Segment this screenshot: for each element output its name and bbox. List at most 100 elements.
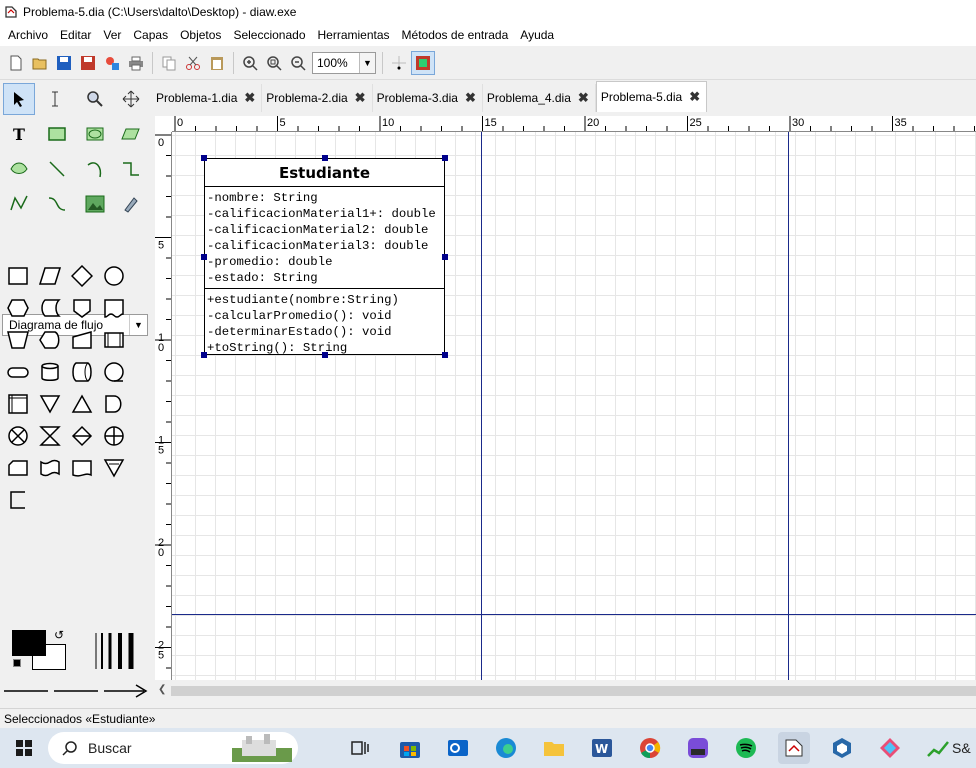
- menu-archivo[interactable]: Archivo: [2, 28, 54, 42]
- polyline-tool-icon[interactable]: [3, 188, 35, 220]
- task-view-icon[interactable]: [344, 732, 376, 764]
- flowchart-summing-junction-icon[interactable]: [2, 421, 34, 451]
- edge-icon[interactable]: [490, 732, 522, 764]
- close-icon[interactable]: ✖: [689, 89, 700, 105]
- flowchart-decision-icon[interactable]: [66, 261, 98, 291]
- flowchart-offpage-icon[interactable]: [66, 293, 98, 323]
- flowchart-sequential-data-icon[interactable]: [98, 357, 130, 387]
- flowchart-or-icon[interactable]: [98, 421, 130, 451]
- paste-icon[interactable]: [205, 51, 229, 75]
- default-colors-icon[interactable]: [13, 659, 21, 667]
- flowchart-predefined-process-icon[interactable]: [98, 325, 130, 355]
- beziergon-tool-icon[interactable]: [3, 153, 35, 185]
- move-tool-icon[interactable]: [115, 83, 147, 115]
- diagram-canvas[interactable]: Estudiante -nombre: String -calificacion…: [172, 132, 976, 680]
- chevron-down-icon[interactable]: ▼: [129, 315, 147, 335]
- scrollbar-thumb[interactable]: [171, 686, 976, 696]
- outlook-icon[interactable]: [442, 732, 474, 764]
- pointer-tool-icon[interactable]: [3, 83, 35, 115]
- menu-capas[interactable]: Capas: [127, 28, 174, 42]
- selection-handle[interactable]: [442, 254, 448, 260]
- tab-label[interactable]: Problema-2.dia: [266, 91, 347, 105]
- selection-handle[interactable]: [442, 352, 448, 358]
- zoom-combo[interactable]: 100% ▼: [312, 51, 376, 74]
- bezier-tool-icon[interactable]: [41, 188, 73, 220]
- cut-icon[interactable]: [181, 51, 205, 75]
- flowchart-process-icon[interactable]: [2, 261, 34, 291]
- zoom-value[interactable]: 100%: [313, 56, 359, 70]
- uml-class-name[interactable]: Estudiante: [205, 159, 444, 187]
- app-icon[interactable]: [874, 732, 906, 764]
- flowchart-extract-icon[interactable]: [66, 389, 98, 419]
- zoom-out-icon[interactable]: [286, 51, 310, 75]
- flowchart-punched-tape-icon[interactable]: [34, 453, 66, 483]
- tab-problema-5[interactable]: Problema-5.dia ✖: [595, 81, 708, 112]
- virtualbox-icon[interactable]: [826, 732, 858, 764]
- selection-handle[interactable]: [322, 352, 328, 358]
- flowchart-manual-operation-icon[interactable]: [2, 325, 34, 355]
- flowchart-collate-icon[interactable]: [34, 421, 66, 451]
- tab-label[interactable]: Problema-5.dia: [601, 90, 682, 104]
- menu-editar[interactable]: Editar: [54, 28, 97, 42]
- new-file-icon[interactable]: [4, 51, 28, 75]
- close-icon[interactable]: ✖: [244, 90, 255, 106]
- flowchart-terminator-icon[interactable]: [2, 357, 34, 387]
- menu-metodos-entrada[interactable]: Métodos de entrada: [396, 28, 515, 42]
- chrome-icon[interactable]: [634, 732, 666, 764]
- ellipse-tool-icon[interactable]: [79, 118, 111, 150]
- image-tool-icon[interactable]: [79, 188, 111, 220]
- menu-seleccionado[interactable]: Seleccionado: [227, 28, 311, 42]
- selection-handle[interactable]: [322, 155, 328, 161]
- flowchart-display-icon[interactable]: [34, 325, 66, 355]
- flowchart-data-icon[interactable]: [34, 261, 66, 291]
- tray-area[interactable]: S&: [926, 732, 976, 764]
- line-tool-icon[interactable]: [41, 153, 73, 185]
- menu-objetos[interactable]: Objetos: [174, 28, 227, 42]
- windows-start-icon[interactable]: [8, 732, 40, 764]
- flowchart-direct-access-icon[interactable]: [66, 357, 98, 387]
- text-tool-icon[interactable]: T: [3, 118, 35, 150]
- start-arrow-selector[interactable]: [2, 678, 50, 704]
- taskbar-search[interactable]: Buscar: [48, 732, 298, 764]
- flowchart-merge-icon[interactable]: [34, 389, 66, 419]
- tab-problema-1[interactable]: Problema-1.dia ✖: [152, 84, 263, 112]
- print-icon[interactable]: [124, 51, 148, 75]
- end-arrow-selector[interactable]: [102, 678, 150, 704]
- arc-tool-icon[interactable]: [79, 153, 111, 185]
- open-folder-icon[interactable]: [28, 51, 52, 75]
- close-icon[interactable]: ✖: [578, 90, 589, 106]
- close-icon[interactable]: ✖: [355, 90, 366, 106]
- m365-icon[interactable]: [682, 732, 714, 764]
- flowchart-stored-data-icon[interactable]: [34, 293, 66, 323]
- scroll-left-icon[interactable]: ❮: [158, 684, 166, 695]
- flowchart-document-icon[interactable]: [98, 293, 130, 323]
- swap-colors-icon[interactable]: ↺: [54, 628, 64, 642]
- snap-to-grid-icon[interactable]: [387, 51, 411, 75]
- save-icon[interactable]: [52, 51, 76, 75]
- flowchart-preparation-icon[interactable]: [2, 293, 34, 323]
- flowchart-transaction-file-icon[interactable]: [66, 453, 98, 483]
- export-icon[interactable]: [100, 51, 124, 75]
- tab-problema-4[interactable]: Problema_4.dia ✖: [483, 84, 596, 112]
- text-cursor-tool-icon[interactable]: [39, 83, 71, 115]
- box-tool-icon[interactable]: [41, 118, 73, 150]
- menu-ver[interactable]: Ver: [97, 28, 127, 42]
- tab-label[interactable]: Problema-1.dia: [156, 91, 237, 105]
- dia-taskbar-icon[interactable]: [778, 732, 810, 764]
- color-selector[interactable]: ↺: [10, 628, 66, 670]
- close-icon[interactable]: ✖: [465, 90, 476, 106]
- menu-herramientas[interactable]: Herramientas: [312, 28, 396, 42]
- flowchart-offline-storage-icon[interactable]: [98, 453, 130, 483]
- tab-label[interactable]: Problema_4.dia: [487, 91, 571, 105]
- uml-class-estudiante[interactable]: Estudiante -nombre: String -calificacion…: [204, 158, 445, 355]
- tab-problema-3[interactable]: Problema-3.dia ✖: [373, 84, 483, 112]
- chevron-down-icon[interactable]: ▼: [359, 52, 375, 73]
- uml-attributes[interactable]: -nombre: String -calificacionMaterial1+:…: [205, 187, 444, 289]
- horizontal-scrollbar[interactable]: ❮: [155, 682, 976, 699]
- selection-handle[interactable]: [201, 254, 207, 260]
- menu-ayuda[interactable]: Ayuda: [514, 28, 560, 42]
- flowchart-card-icon[interactable]: [2, 453, 34, 483]
- flowchart-internal-storage-icon[interactable]: [2, 389, 34, 419]
- flowchart-sort-icon[interactable]: [66, 421, 98, 451]
- flowchart-manual-input-icon[interactable]: [66, 325, 98, 355]
